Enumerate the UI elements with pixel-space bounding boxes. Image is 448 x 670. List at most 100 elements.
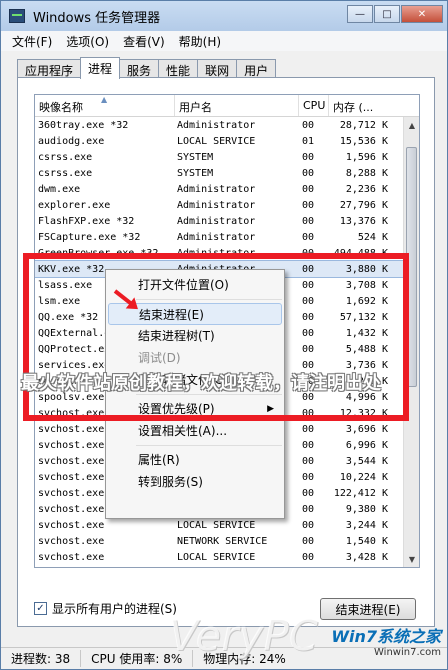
process-name: 360tray.exe *32 — [38, 119, 129, 131]
table-row[interactable]: audiodg.exe LOCAL SERVICE 01 15,536 K — [35, 133, 419, 149]
process-cpu: 00 — [302, 423, 315, 435]
process-cpu: 01 — [302, 135, 315, 147]
process-cpu: 00 — [302, 535, 315, 547]
menu-separator — [136, 445, 282, 446]
process-cpu: 00 — [302, 295, 315, 307]
process-cpu: 00 — [302, 343, 315, 355]
table-row[interactable]: explorer.exe Administrator 00 27,796 K — [35, 197, 419, 213]
process-memory: 524 K — [357, 231, 388, 243]
process-memory: 8,288 K — [345, 167, 388, 179]
process-memory: 6,996 K — [345, 439, 388, 451]
process-memory: 1,540 K — [345, 535, 388, 547]
table-row[interactable]: svchost.exe LOCAL SERVICE 00 3,428 K — [35, 549, 419, 565]
menu-go-to-service[interactable]: 转到服务(S) — [106, 471, 284, 493]
process-cpu: 00 — [302, 519, 315, 531]
menu-file[interactable]: 文件(F) — [5, 33, 59, 50]
maximize-button[interactable]: □ — [374, 5, 400, 23]
process-memory: 3,428 K — [345, 551, 388, 563]
table-row[interactable]: FlashFXP.exe *32 Administrator 00 13,376 K — [35, 213, 419, 229]
show-all-users-checkbox[interactable]: ✓ — [34, 602, 47, 615]
table-row[interactable]: GreenBrowser.exe *32 Administrator 00 494,4… — [35, 245, 419, 261]
process-cpu: 00 — [302, 199, 315, 211]
process-name: explorer.exe — [38, 199, 111, 211]
submenu-arrow-icon: ▶ — [267, 404, 274, 414]
scroll-up-icon[interactable]: ▲ — [404, 117, 419, 133]
verypc-watermark: VeryPC — [169, 611, 318, 660]
menu-view[interactable]: 查看(V) — [116, 33, 172, 50]
process-memory: 15,536 K — [339, 135, 388, 147]
process-memory: 494,488 K — [333, 247, 388, 259]
tab-services[interactable]: 服务 — [119, 59, 160, 79]
process-name: FSCapture.exe *32 — [38, 231, 141, 243]
process-name: svchost.exe — [38, 551, 105, 563]
scroll-down-icon[interactable]: ▼ — [404, 551, 419, 567]
process-name: svchost.exe — [38, 519, 105, 531]
tab-networking[interactable]: 联网 — [197, 59, 238, 79]
menu-end-process-tree[interactable]: 结束进程树(T) — [106, 325, 284, 347]
menu-options[interactable]: 选项(O) — [59, 33, 116, 50]
table-row[interactable]: csrss.exe SYSTEM 00 8,288 K — [35, 165, 419, 181]
process-cpu: 00 — [302, 455, 315, 467]
table-row[interactable]: FSCapture.exe *32 Administrator 00 524 K — [35, 229, 419, 245]
process-cpu: 00 — [302, 487, 315, 499]
process-user: SYSTEM — [177, 151, 214, 163]
process-memory: 3,544 K — [345, 455, 388, 467]
process-user: Administrator — [177, 231, 256, 243]
menu-set-affinity[interactable]: 设置相关性(A)... — [106, 420, 284, 442]
site-logo-name: Win7系统之家 — [331, 627, 441, 646]
table-row[interactable]: 360tray.exe *32 Administrator 00 28,712 K — [35, 117, 419, 133]
table-row[interactable]: csrss.exe SYSTEM 00 1,596 K — [35, 149, 419, 165]
tab-performance[interactable]: 性能 — [158, 59, 199, 79]
tab-processes[interactable]: 进程 — [80, 57, 121, 79]
process-cpu: 00 — [302, 215, 315, 227]
table-row[interactable]: svchost.exe LOCAL SERVICE 00 3,244 K — [35, 517, 419, 533]
process-name: GreenBrowser.exe *32 — [38, 247, 159, 259]
process-cpu: 00 — [302, 471, 315, 483]
process-memory: 12,332 K — [339, 407, 388, 419]
close-button[interactable]: ✕ — [401, 5, 443, 23]
process-memory: 2,236 K — [345, 183, 388, 195]
tab-users[interactable]: 用户 — [236, 59, 277, 79]
tab-applications[interactable]: 应用程序 — [17, 59, 82, 79]
title-bar[interactable]: Windows 任务管理器 — □ ✕ — [1, 1, 447, 31]
process-cpu: 00 — [302, 119, 315, 131]
process-cpu: 00 — [302, 263, 315, 275]
process-memory: 10,224 K — [339, 471, 388, 483]
process-cpu: 00 — [302, 407, 315, 419]
menu-debug: 调试(D) — [138, 351, 181, 365]
window-controls: — □ ✕ — [346, 5, 443, 23]
watermark-text: 最火软件站原创教程，欢迎转载，请注明出处 — [21, 373, 381, 394]
table-row[interactable]: SystemSYSTEM0060 K — [35, 565, 419, 569]
process-user: Administrator — [177, 183, 256, 195]
process-name: dwm.exe — [38, 183, 81, 195]
column-memory[interactable]: 内存 (... — [329, 95, 391, 116]
menu-open-file-location[interactable]: 打开文件位置(O) — [106, 274, 284, 296]
vertical-scrollbar[interactable]: ▲ ▼ — [403, 117, 419, 567]
column-cpu[interactable]: CPU — [299, 95, 329, 116]
process-memory: 60 K — [329, 568, 391, 569]
process-user: SYSTEM — [175, 568, 299, 569]
menu-properties[interactable]: 属性(R) — [106, 449, 284, 471]
end-process-button[interactable]: 结束进程(E) — [320, 598, 416, 620]
process-cpu: 00 — [302, 231, 315, 243]
task-manager-icon — [9, 9, 25, 23]
process-user: LOCAL SERVICE — [177, 551, 256, 563]
table-row[interactable]: svchost.exe NETWORK SERVICE 00 1,540 K — [35, 533, 419, 549]
scrollbar-thumb[interactable] — [406, 147, 417, 387]
process-cpu: 00 — [302, 167, 315, 179]
table-row[interactable]: dwm.exe Administrator 00 2,236 K — [35, 181, 419, 197]
process-memory: 122,412 K — [333, 487, 388, 499]
show-all-users-option[interactable]: ✓ 显示所有用户的进程(S) — [34, 600, 177, 617]
menu-set-priority-label: 设置优先级(P) — [138, 402, 215, 416]
menu-set-priority[interactable]: 设置优先级(P) ▶ — [106, 398, 284, 420]
menu-help[interactable]: 帮助(H) — [172, 33, 228, 50]
process-name: csrss.exe — [38, 151, 93, 163]
minimize-button[interactable]: — — [347, 5, 373, 23]
process-cpu: 00 — [302, 183, 315, 195]
process-memory: 28,712 K — [339, 119, 388, 131]
process-user: Administrator — [177, 199, 256, 211]
process-name: FlashFXP.exe *32 — [38, 215, 135, 227]
menu-separator — [136, 299, 282, 300]
column-user-name[interactable]: 用户名 — [175, 95, 299, 116]
process-cpu: 00 — [302, 311, 315, 323]
